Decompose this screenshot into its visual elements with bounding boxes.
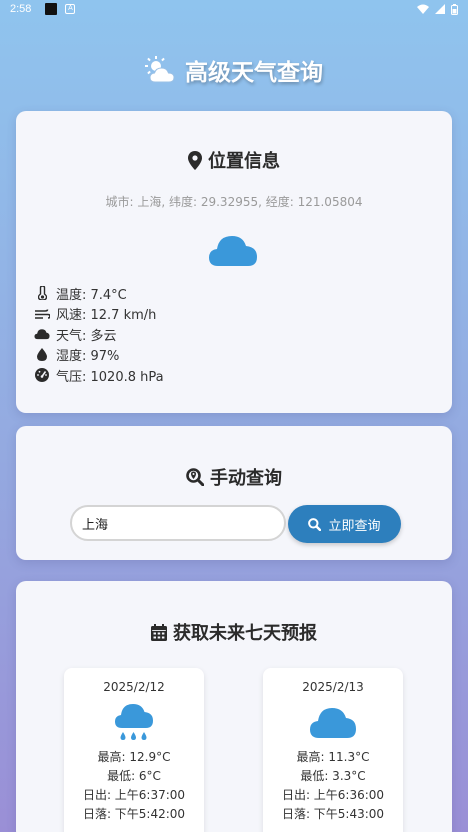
- status-icons: [417, 3, 458, 15]
- search-icon: [308, 517, 322, 531]
- forecast-heading: 获取未来七天预报: [16, 619, 452, 645]
- cloud-icon: [263, 696, 403, 748]
- humidity-row: 湿度: 97%: [34, 345, 164, 366]
- search-location-icon: [186, 468, 204, 486]
- location-card: 位置信息 城市: 上海, 纬度: 29.32955, 经度: 121.05804…: [16, 111, 452, 413]
- humidity-text: 湿度: 97%: [56, 349, 120, 365]
- signal-icon: [435, 4, 445, 14]
- app-header: 高级天气查询: [0, 52, 468, 88]
- status-time: 2:58: [10, 3, 32, 15]
- wind-row: 风速: 12.7 km/h: [34, 304, 164, 325]
- forecast-sunset: 日落: 下午5:42:00: [82, 807, 186, 821]
- notification-icon: [45, 3, 58, 15]
- forecast-date: 2025/2/13: [302, 680, 364, 694]
- app-title: 高级天气查询: [185, 60, 323, 86]
- query-button[interactable]: 立即查询: [288, 505, 401, 543]
- search-title: 手动查询: [210, 468, 282, 489]
- temperature-text: 温度: 7.4°C: [56, 287, 127, 303]
- gauge-icon: [34, 368, 50, 383]
- cloud-icon: [34, 328, 50, 340]
- forecast-day-card: 2025/2/13 最高: 11.3°C 最低: 3.3°C 日出: 上午6:3…: [263, 668, 403, 832]
- forecast-title: 获取未来七天预报: [173, 623, 317, 644]
- droplet-icon: [34, 348, 50, 362]
- city-input[interactable]: [70, 505, 286, 541]
- pressure-text: 气压: 1020.8 hPa: [56, 369, 164, 385]
- forecast-sunrise: 日出: 上午6:36:00: [281, 788, 385, 802]
- location-heading: 位置信息: [16, 147, 452, 173]
- weather-details: 温度: 7.4°C 风速: 12.7 km/h 天气: 多云 湿度: 97% 气…: [34, 283, 164, 386]
- forecast-sunset: 日落: 下午5:43:00: [281, 807, 385, 821]
- query-button-label: 立即查询: [328, 518, 381, 534]
- battery-icon: [451, 3, 458, 15]
- temperature-row: 温度: 7.4°C: [34, 283, 164, 304]
- cloud-icon: [208, 231, 258, 271]
- location-title: 位置信息: [208, 151, 280, 172]
- location-coordinates: 城市: 上海, 纬度: 29.32955, 经度: 121.05804: [105, 195, 363, 209]
- search-heading: 手动查询: [16, 464, 452, 490]
- forecast-high: 最高: 11.3°C: [296, 750, 370, 764]
- status-bar: 2:58 A: [0, 0, 468, 18]
- forecast-card: 获取未来七天预报 2025/2/12 最高: 12.9°C 最低: 6°C 日出…: [16, 581, 452, 832]
- wind-icon: [34, 308, 50, 320]
- forecast-day-card: 2025/2/12 最高: 12.9°C 最低: 6°C 日出: 上午6:37:…: [64, 668, 204, 832]
- search-card: 手动查询 立即查询: [16, 426, 452, 560]
- thermometer-icon: [34, 286, 50, 301]
- map-marker-icon: [188, 150, 202, 170]
- forecast-low: 最低: 6°C: [107, 769, 161, 783]
- forecast-date: 2025/2/12: [103, 680, 165, 694]
- app-badge-icon: A: [65, 4, 76, 14]
- forecast-high: 最高: 12.9°C: [97, 750, 171, 764]
- wind-text: 风速: 12.7 km/h: [56, 308, 157, 324]
- condition-text: 天气: 多云: [56, 328, 117, 344]
- wifi-icon: [417, 4, 429, 14]
- cloud-rain-icon: [64, 696, 204, 748]
- forecast-sunrise: 日出: 上午6:37:00: [82, 788, 186, 802]
- calendar-icon: [151, 623, 167, 641]
- condition-row: 天气: 多云: [34, 324, 164, 345]
- search-row: 立即查询: [70, 505, 401, 543]
- forecast-low: 最低: 3.3°C: [300, 769, 366, 783]
- sun-cloud-icon: [145, 56, 175, 83]
- pressure-row: 气压: 1020.8 hPa: [34, 365, 164, 386]
